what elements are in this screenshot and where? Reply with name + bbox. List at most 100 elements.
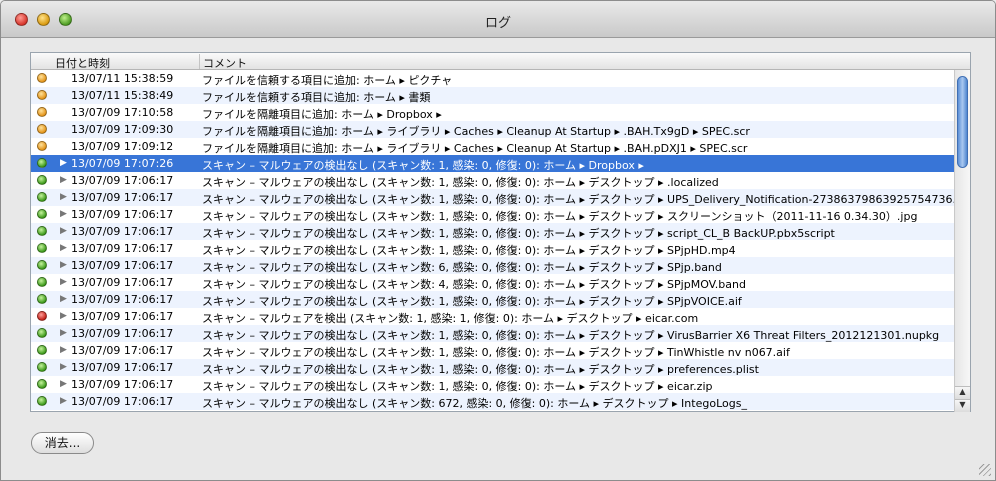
row-comment: スキャン – マルウェアの検出なし (スキャン数: 1, 感染: 0, 修復: …: [202, 380, 713, 393]
orange-status-icon: [37, 90, 47, 100]
disclosure-triangle-icon[interactable]: ▶: [60, 328, 67, 338]
row-comment: スキャン – マルウェアの検出なし (スキャン数: 1, 感染: 0, 修復: …: [202, 295, 742, 308]
column-divider[interactable]: [199, 54, 200, 69]
disclosure-triangle-icon[interactable]: ▶: [60, 311, 67, 321]
green-status-icon: [37, 396, 47, 406]
row-date: 13/07/09 17:06:17: [71, 174, 174, 187]
table-row[interactable]: 13/07/09 17:10:58 ファイルを隔離項目に追加: ホーム ▸ Dro…: [31, 104, 955, 121]
table-row[interactable]: 13/07/09 17:09:30 ファイルを隔離項目に追加: ホーム ▸ ライブ…: [31, 121, 955, 138]
row-date: 13/07/11 15:38:59: [71, 72, 174, 85]
table-row[interactable]: ▶ 13/07/09 17:06:17 スキャン – マルウェアの検出なし (スキャ…: [31, 291, 955, 308]
table-row[interactable]: ▶ 13/07/09 17:06:17 スキャン – マルウェアの検出なし (スキャ…: [31, 206, 955, 223]
green-status-icon: [37, 226, 47, 236]
row-date: 13/07/09 17:06:17: [71, 395, 174, 408]
window-title: ログ: [484, 16, 511, 31]
title-bar: ログ: [1, 1, 995, 38]
orange-status-icon: [37, 124, 47, 134]
row-comment: スキャン – マルウェアの検出なし (スキャン数: 1, 感染: 0, 修復: …: [202, 227, 835, 240]
resize-grip-icon[interactable]: [979, 464, 991, 476]
row-date: 13/07/09 17:06:17: [71, 191, 174, 204]
row-date: 13/07/09 17:06:17: [71, 225, 174, 238]
table-row[interactable]: ▶ 13/07/09 17:06:17 スキャン – マルウェアの検出なし (スキャ…: [31, 223, 955, 240]
disclosure-triangle-icon[interactable]: ▶: [60, 277, 67, 287]
row-comment: ファイルを隔離項目に追加: ホーム ▸ ライブラリ ▸ Caches ▸ Cle…: [202, 125, 750, 138]
green-status-icon: [37, 158, 47, 168]
disclosure-triangle-icon[interactable]: ▶: [60, 396, 67, 406]
clear-button[interactable]: 消去...: [31, 432, 94, 454]
column-header-comment[interactable]: コメント: [203, 55, 247, 71]
row-date: 13/07/09 17:10:58: [71, 106, 174, 119]
green-status-icon: [37, 277, 47, 287]
green-status-icon: [37, 345, 47, 355]
disclosure-triangle-icon[interactable]: ▶: [60, 175, 67, 185]
disclosure-triangle-icon[interactable]: ▶: [60, 260, 67, 270]
table-row[interactable]: 13/07/09 17:09:12 ファイルを隔離項目に追加: ホーム ▸ ライブ…: [31, 138, 955, 155]
orange-status-icon: [37, 107, 47, 117]
row-date: 13/07/09 17:09:12: [71, 140, 174, 153]
row-comment: スキャン – マルウェアを検出 (スキャン数: 1, 感染: 1, 修復: 0)…: [202, 312, 699, 325]
disclosure-triangle-icon[interactable]: ▶: [60, 379, 67, 389]
table-row[interactable]: 13/07/11 15:38:49 ファイルを信頼する項目に追加: ホーム ▸ 書…: [31, 87, 955, 104]
row-comment: スキャン – マルウェアの検出なし (スキャン数: 1, 感染: 0, 修復: …: [202, 329, 940, 342]
row-comment: スキャン – マルウェアの検出なし (スキャン数: 1, 感染: 0, 修復: …: [202, 176, 719, 189]
row-comment: スキャン – マルウェアの検出なし (スキャン数: 672, 感染: 0, 修復…: [202, 397, 747, 410]
table-row[interactable]: ▶ 13/07/09 17:06:17 スキャン – マルウェアの検出なし (スキャ…: [31, 240, 955, 257]
disclosure-triangle-icon[interactable]: ▶: [60, 243, 67, 253]
row-date: 13/07/09 17:06:17: [71, 259, 174, 272]
scroll-down-arrow-icon[interactable]: ▼: [955, 399, 970, 412]
table-row[interactable]: ▶ 13/07/09 17:06:17 スキャン – マルウェアの検出なし (スキャ…: [31, 359, 955, 376]
row-date: 13/07/09 17:06:17: [71, 327, 174, 340]
row-comment: スキャン – マルウェアの検出なし (スキャン数: 1, 感染: 0, 修復: …: [202, 363, 759, 376]
scrollbar-thumb[interactable]: [957, 76, 968, 168]
log-window: ログ 日付と時刻 コメント 13/07/11 15:38:59 ファイルを信頼する…: [0, 0, 996, 481]
table-row[interactable]: ▶ 13/07/09 17:06:17 スキャン – マルウェアの検出なし (スキャ…: [31, 257, 955, 274]
green-status-icon: [37, 379, 47, 389]
table-row[interactable]: ▶ 13/07/09 17:06:17 スキャン – マルウェアの検出なし (スキャ…: [31, 189, 955, 206]
green-status-icon: [37, 209, 47, 219]
row-date: 13/07/09 17:06:17: [71, 361, 174, 374]
row-comment: ファイルを隔離項目に追加: ホーム ▸ ライブラリ ▸ Caches ▸ Cle…: [202, 142, 748, 155]
table-row[interactable]: ▶ 13/07/09 17:06:17 スキャン – マルウェアを検出 (スキャン数…: [31, 308, 955, 325]
scroll-up-arrow-icon[interactable]: ▲: [955, 386, 970, 399]
table-row[interactable]: ▶ 13/07/09 17:06:17 スキャン – マルウェアの検出なし (スキャ…: [31, 325, 955, 342]
table-header: 日付と時刻 コメント: [31, 53, 970, 70]
green-status-icon: [37, 362, 47, 372]
disclosure-triangle-icon[interactable]: ▶: [60, 362, 67, 372]
row-comment: ファイルを隔離項目に追加: ホーム ▸ Dropbox ▸: [202, 108, 442, 121]
table-row[interactable]: ▶ 13/07/09 17:06:17 スキャン – マルウェアの検出なし (スキャ…: [31, 393, 955, 410]
orange-status-icon: [37, 141, 47, 151]
green-status-icon: [37, 260, 47, 270]
vertical-scrollbar[interactable]: ▲ ▼: [954, 70, 970, 412]
table-row[interactable]: ▶ 13/07/09 17:06:17 スキャン – マルウェアの検出なし (スキャ…: [31, 172, 955, 189]
row-comment: スキャン – マルウェアの検出なし (スキャン数: 1, 感染: 0, 修復: …: [202, 193, 955, 206]
disclosure-triangle-icon[interactable]: ▶: [60, 226, 67, 236]
orange-status-icon: [37, 73, 47, 83]
table-row[interactable]: ▶ 13/07/09 17:06:17 スキャン – マルウェアの検出なし (スキャ…: [31, 342, 955, 359]
row-date: 13/07/09 17:06:17: [71, 344, 174, 357]
table-row[interactable]: ▶ 13/07/09 17:06:17 スキャン – マルウェアの検出なし (スキャ…: [31, 376, 955, 393]
row-comment: スキャン – マルウェアの検出なし (スキャン数: 1, 感染: 0, 修復: …: [202, 210, 918, 223]
log-table: 日付と時刻 コメント 13/07/11 15:38:59 ファイルを信頼する項目に…: [30, 52, 971, 412]
row-date: 13/07/09 17:09:30: [71, 123, 174, 136]
row-date: 13/07/09 17:06:17: [71, 293, 174, 306]
table-row[interactable]: 13/07/11 15:38:59 ファイルを信頼する項目に追加: ホーム ▸ ピ…: [31, 70, 955, 87]
row-comment: ファイルを信頼する項目に追加: ホーム ▸ 書類: [202, 91, 431, 104]
table-row[interactable]: ▶ 13/07/09 17:07:26 スキャン – マルウェアの検出なし (スキャ…: [31, 155, 955, 172]
row-date: 13/07/09 17:06:17: [71, 242, 174, 255]
disclosure-triangle-icon[interactable]: ▶: [60, 345, 67, 355]
row-date: 13/07/09 17:06:17: [71, 378, 174, 391]
row-date: 13/07/09 17:06:17: [71, 310, 174, 323]
column-header-date[interactable]: 日付と時刻: [55, 55, 183, 71]
row-comment: スキャン – マルウェアの検出なし (スキャン数: 1, 感染: 0, 修復: …: [202, 244, 736, 257]
row-comment: スキャン – マルウェアの検出なし (スキャン数: 1, 感染: 0, 修復: …: [202, 346, 790, 359]
red-status-icon: [37, 311, 47, 321]
disclosure-triangle-icon[interactable]: ▶: [60, 192, 67, 202]
disclosure-triangle-icon[interactable]: ▶: [60, 209, 67, 219]
green-status-icon: [37, 328, 47, 338]
row-date: 13/07/09 17:06:17: [71, 276, 174, 289]
disclosure-triangle-icon[interactable]: ▶: [60, 294, 67, 304]
disclosure-triangle-icon[interactable]: ▶: [60, 158, 67, 168]
row-comment: スキャン – マルウェアの検出なし (スキャン数: 6, 感染: 0, 修復: …: [202, 261, 722, 274]
green-status-icon: [37, 192, 47, 202]
table-row[interactable]: ▶ 13/07/09 17:06:17 スキャン – マルウェアの検出なし (スキャ…: [31, 274, 955, 291]
